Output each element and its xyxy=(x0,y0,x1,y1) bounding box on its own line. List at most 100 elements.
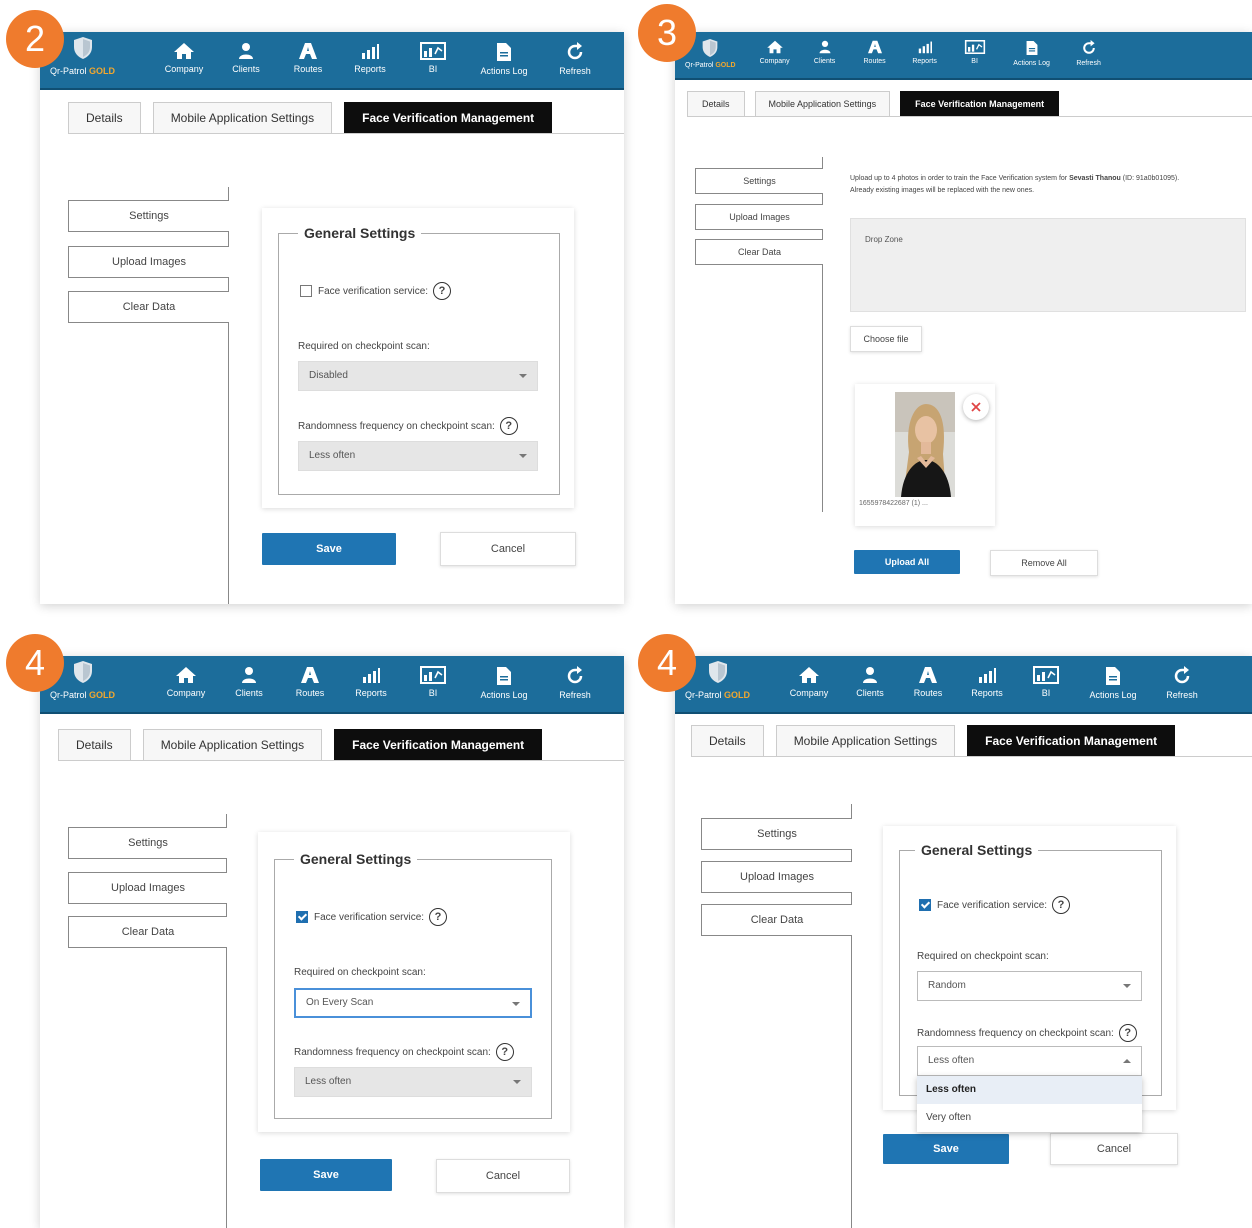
nav-clients[interactable]: Clients xyxy=(840,666,900,700)
randomness-select[interactable]: Less often xyxy=(298,441,538,471)
nav-reports[interactable]: Reports xyxy=(900,40,950,67)
nav-routes[interactable]: Routes xyxy=(850,40,900,67)
tab-face-verification-management[interactable]: Face Verification Management xyxy=(900,91,1060,116)
nav-actions-log[interactable]: Actions Log xyxy=(1074,666,1152,700)
randomness-value: Less often xyxy=(305,1076,352,1087)
face-verification-checkbox[interactable] xyxy=(919,899,931,911)
tab-mobile-application-settings[interactable]: Mobile Application Settings xyxy=(775,725,956,756)
dropdown-option-less-often[interactable]: Less often xyxy=(917,1076,1142,1104)
cancel-button[interactable]: Cancel xyxy=(1050,1133,1178,1165)
nav-clients[interactable]: Clients xyxy=(214,42,278,76)
nav-bi[interactable]: BI xyxy=(402,666,464,700)
save-button[interactable]: Save xyxy=(262,533,396,565)
nav-routes[interactable]: Routes xyxy=(278,42,338,76)
save-button[interactable]: Save xyxy=(260,1159,392,1191)
sidebar-item-clear-data[interactable]: Clear Data xyxy=(701,904,852,936)
nav-reports[interactable]: Reports xyxy=(956,666,1018,700)
tab-mobile-application-settings[interactable]: Mobile Application Settings xyxy=(754,91,891,116)
cancel-button[interactable]: Cancel xyxy=(440,532,576,566)
nav-reports[interactable]: Reports xyxy=(338,42,402,76)
randomness-select[interactable]: Less often xyxy=(294,1067,532,1097)
nav-routes[interactable]: Routes xyxy=(900,666,956,700)
required-scan-value: Disabled xyxy=(309,370,348,381)
dropdown-option-very-often[interactable]: Very often xyxy=(917,1104,1142,1132)
nav-clients[interactable]: Clients xyxy=(218,666,280,700)
nav-bi[interactable]: BI xyxy=(402,42,464,76)
remove-image-button[interactable] xyxy=(963,394,989,420)
sidebar-item-upload-images[interactable]: Upload Images xyxy=(695,204,823,230)
tab-face-verification-management[interactable]: Face Verification Management xyxy=(967,725,1176,756)
nav-refresh[interactable]: Refresh xyxy=(544,666,606,700)
sidebar-item-upload-images[interactable]: Upload Images xyxy=(68,872,227,904)
bi-icon xyxy=(1033,666,1060,684)
user-id: (ID: 91a0b01095). xyxy=(1120,175,1180,182)
general-settings-title: General Settings xyxy=(298,225,422,241)
tab-details[interactable]: Details xyxy=(691,725,764,756)
tab-mobile-application-settings[interactable]: Mobile Application Settings xyxy=(142,729,323,760)
tab-details[interactable]: Details xyxy=(687,91,745,116)
nav-company[interactable]: Company xyxy=(154,42,214,76)
choose-file-button[interactable]: Choose file xyxy=(850,326,922,352)
cancel-button[interactable]: Cancel xyxy=(436,1159,570,1193)
user-name: Sevasti Thanou xyxy=(1069,175,1121,182)
required-scan-select[interactable]: Random xyxy=(917,971,1142,1001)
nav-actions-log[interactable]: Actions Log xyxy=(464,666,544,700)
randomness-select[interactable]: Less often xyxy=(917,1046,1142,1076)
nav-refresh[interactable]: Refresh xyxy=(1152,666,1212,700)
face-verification-checkbox[interactable] xyxy=(296,911,308,923)
randomness-label: Randomness frequency on checkpoint scan: xyxy=(917,1027,1114,1039)
nav-clients[interactable]: Clients xyxy=(800,40,850,67)
upload-all-button[interactable]: Upload All xyxy=(854,550,960,574)
upload-intro-line2: Already existing images will be replaced… xyxy=(850,187,1035,194)
required-scan-select[interactable]: Disabled xyxy=(298,361,538,391)
upload-intro-text: Upload up to 4 photos in order to train … xyxy=(850,175,1070,182)
refresh-icon xyxy=(1174,666,1190,684)
sidebar-item-upload-images[interactable]: Upload Images xyxy=(68,246,229,278)
help-icon[interactable]: ? xyxy=(433,282,452,300)
nav-refresh[interactable]: Refresh xyxy=(544,42,606,76)
sidebar-item-settings[interactable]: Settings xyxy=(695,168,823,194)
sidebar-item-settings[interactable]: Settings xyxy=(68,200,229,232)
nav-refresh[interactable]: Refresh xyxy=(1064,40,1114,67)
step-badge-4a: 4 xyxy=(6,634,64,692)
sidebar-item-clear-data[interactable]: Clear Data xyxy=(68,916,227,948)
remove-all-button[interactable]: Remove All xyxy=(990,550,1098,576)
randomness-row: Randomness frequency on checkpoint scan:… xyxy=(298,417,518,435)
nav-actions-log[interactable]: Actions Log xyxy=(464,42,544,76)
help-icon[interactable]: ? xyxy=(429,908,448,926)
randomness-label: Randomness frequency on checkpoint scan: xyxy=(298,420,495,432)
routes-icon xyxy=(867,40,882,54)
nav-company[interactable]: Company xyxy=(778,666,840,700)
save-button[interactable]: Save xyxy=(883,1134,1009,1164)
image-preview-card: 1655978422687 (1) ... xyxy=(855,384,995,526)
nav-routes[interactable]: Routes xyxy=(280,666,340,700)
panel-settings-every-scan: Qr-Patrol GOLD Company Clients Routes Re… xyxy=(40,656,624,1228)
drop-zone[interactable]: Drop Zone xyxy=(850,218,1246,312)
drop-zone-label: Drop Zone xyxy=(865,235,903,244)
help-icon[interactable]: ? xyxy=(1052,896,1071,914)
sidebar-item-upload-images[interactable]: Upload Images xyxy=(701,861,852,893)
tab-details[interactable]: Details xyxy=(68,102,141,133)
face-verification-label: Face verification service: xyxy=(937,899,1048,911)
nav-company[interactable]: Company xyxy=(750,40,800,67)
sidebar-item-settings[interactable]: Settings xyxy=(68,827,227,859)
nav-company[interactable]: Company xyxy=(154,666,218,700)
tab-mobile-application-settings[interactable]: Mobile Application Settings xyxy=(152,102,333,133)
help-icon[interactable]: ? xyxy=(1118,1024,1137,1042)
required-scan-select[interactable]: On Every Scan xyxy=(294,988,532,1018)
nav-bi[interactable]: BI xyxy=(950,40,1000,67)
nav-actions-log[interactable]: Actions Log xyxy=(1000,40,1064,67)
sidebar-item-clear-data[interactable]: Clear Data xyxy=(695,239,823,265)
general-settings-card: General Settings Face verification servi… xyxy=(883,826,1176,1110)
sidebar-item-clear-data[interactable]: Clear Data xyxy=(68,291,229,323)
face-verification-checkbox[interactable] xyxy=(300,285,312,297)
help-icon[interactable]: ? xyxy=(499,417,518,435)
help-icon[interactable]: ? xyxy=(495,1043,514,1061)
nav-reports[interactable]: Reports xyxy=(340,666,402,700)
tab-face-verification-management[interactable]: Face Verification Management xyxy=(334,729,543,760)
nav-bi[interactable]: BI xyxy=(1018,666,1074,700)
tab-face-verification-management[interactable]: Face Verification Management xyxy=(344,102,553,133)
user-icon xyxy=(242,667,256,683)
sidebar-item-settings[interactable]: Settings xyxy=(701,818,852,850)
tab-details[interactable]: Details xyxy=(58,729,131,760)
